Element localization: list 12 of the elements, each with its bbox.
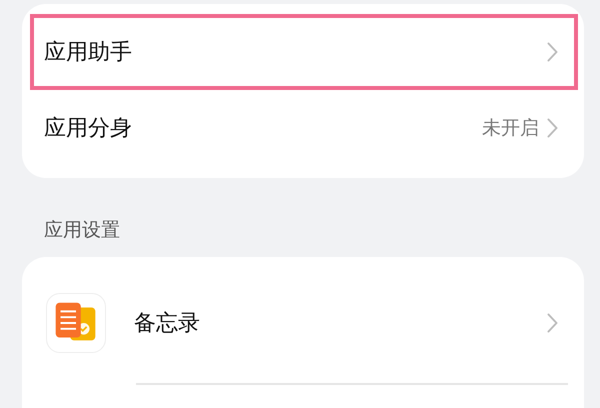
notes-app-icon	[46, 293, 106, 353]
chevron-icon	[547, 42, 558, 62]
item-value: 未开启	[482, 116, 539, 141]
item-title: 应用分身	[44, 114, 133, 142]
chevron-icon	[547, 118, 558, 138]
item-title: 应用助手	[44, 38, 133, 66]
chevron-icon	[547, 313, 558, 333]
item-title: 备忘录	[134, 310, 201, 338]
settings-item[interactable]: 备忘录	[30, 273, 578, 373]
settings-item[interactable]: 应用助手	[30, 14, 578, 90]
settings-item[interactable]: 应用分身 未开启	[30, 90, 578, 166]
section-header: 应用设置	[43, 218, 121, 243]
